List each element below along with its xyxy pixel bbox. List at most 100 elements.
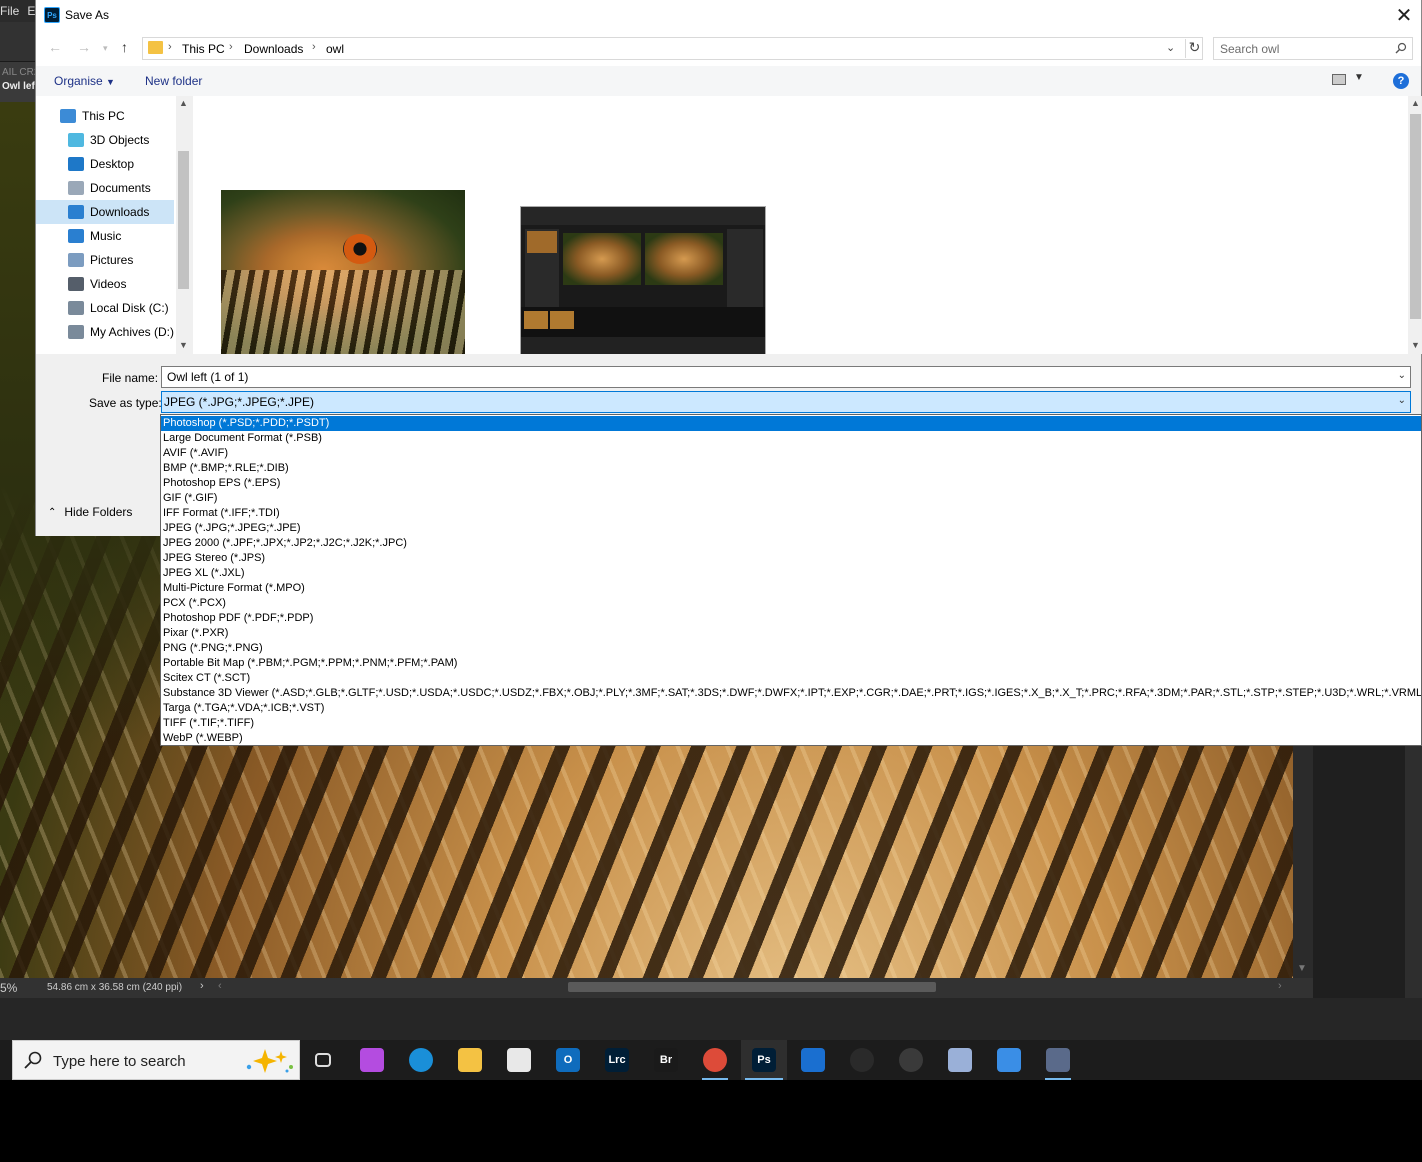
- desktop-icon: [68, 157, 84, 171]
- scroll-thumb[interactable]: [1410, 114, 1421, 319]
- taskbar-search-box[interactable]: Type here to search: [12, 1040, 300, 1080]
- chevron-down-icon[interactable]: ⌄: [1398, 395, 1406, 406]
- chevron-down-icon[interactable]: ⌄: [1398, 370, 1406, 381]
- save-as-type-select[interactable]: JPEG (*.JPG;*.JPEG;*.JPE) ⌄: [161, 391, 1411, 413]
- address-bar[interactable]: › This PC › Downloads › owl ⌄ ↻: [142, 37, 1203, 60]
- breadcrumb-separator-icon[interactable]: ›: [229, 41, 233, 53]
- chevron-right-icon[interactable]: ›: [200, 980, 204, 992]
- scroll-up-icon[interactable]: ▲: [179, 98, 188, 108]
- photoshop-icon: Ps: [44, 7, 60, 23]
- taskbar-app[interactable]: Ps: [741, 1040, 787, 1080]
- lr-film-thumb: [550, 311, 574, 329]
- ps-zoom-level[interactable]: 5%: [0, 981, 17, 995]
- scroll-left-icon[interactable]: ‹: [218, 980, 222, 992]
- new-folder-button[interactable]: New folder: [145, 74, 202, 88]
- taskbar-app[interactable]: [790, 1040, 836, 1080]
- file-type-option[interactable]: GIF (*.GIF): [161, 491, 1421, 506]
- nav-item[interactable]: My Achives (D:): [36, 320, 174, 344]
- file-type-option[interactable]: Photoshop PDF (*.PDF;*.PDP): [161, 611, 1421, 626]
- file-type-option[interactable]: Scitex CT (*.SCT): [161, 671, 1421, 686]
- taskbar-app[interactable]: [986, 1040, 1032, 1080]
- refresh-icon[interactable]: ↻: [1185, 39, 1203, 58]
- taskbar-app[interactable]: [496, 1040, 542, 1080]
- taskbar-app[interactable]: [692, 1040, 738, 1080]
- file-type-option[interactable]: Photoshop (*.PSD;*.PDD;*.PSDT): [161, 416, 1421, 431]
- file-type-option[interactable]: PNG (*.PNG;*.PNG): [161, 641, 1421, 656]
- file-type-option[interactable]: JPEG XL (*.JXL): [161, 566, 1421, 581]
- scroll-down-icon[interactable]: ▼: [1297, 963, 1307, 974]
- ps-horizontal-scroll-thumb[interactable]: [568, 982, 936, 992]
- nav-item[interactable]: Pictures: [36, 248, 174, 272]
- file-type-option[interactable]: JPEG (*.JPG;*.JPEG;*.JPE): [161, 521, 1421, 536]
- recent-dropdown-icon[interactable]: ▾: [103, 43, 108, 54]
- taskbar-app[interactable]: [888, 1040, 934, 1080]
- help-icon[interactable]: ?: [1393, 73, 1409, 89]
- taskbar-app[interactable]: Br: [643, 1040, 689, 1080]
- organise-button[interactable]: Organise ▼: [54, 74, 115, 88]
- file-type-option[interactable]: AVIF (*.AVIF): [161, 446, 1421, 461]
- taskbar-app[interactable]: [1035, 1040, 1081, 1080]
- file-thumbnail-owl-photo[interactable]: [221, 190, 465, 354]
- nav-item-label: Downloads: [90, 205, 150, 219]
- file-type-option[interactable]: JPEG 2000 (*.JPF;*.JPX;*.JP2;*.J2C;*.J2K…: [161, 536, 1421, 551]
- view-dropdown-icon[interactable]: ▼: [1354, 72, 1364, 83]
- file-type-option[interactable]: Targa (*.TGA;*.VDA;*.ICB;*.VST): [161, 701, 1421, 716]
- file-type-option[interactable]: JPEG Stereo (*.JPS): [161, 551, 1421, 566]
- taskbar-app[interactable]: [398, 1040, 444, 1080]
- taskbar-app[interactable]: [447, 1040, 493, 1080]
- hide-folders-button[interactable]: ⌃ Hide Folders: [48, 505, 132, 519]
- forward-arrow-icon[interactable]: →: [77, 39, 91, 55]
- file-type-option[interactable]: IFF Format (*.IFF;*.TDI): [161, 506, 1421, 521]
- breadcrumb-separator-icon[interactable]: ›: [168, 41, 172, 53]
- nav-item[interactable]: Music: [36, 224, 174, 248]
- breadcrumb-separator-icon[interactable]: ›: [312, 41, 316, 53]
- file-type-option[interactable]: WebP (*.WEBP): [161, 731, 1421, 745]
- taskbar-app[interactable]: [349, 1040, 395, 1080]
- close-icon[interactable]: ✕: [1389, 0, 1419, 31]
- file-type-option[interactable]: BMP (*.BMP;*.RLE;*.DIB): [161, 461, 1421, 476]
- file-type-option[interactable]: PCX (*.PCX): [161, 596, 1421, 611]
- taskbar-app[interactable]: Lrc: [594, 1040, 640, 1080]
- nav-item[interactable]: Local Disk (C:): [36, 296, 174, 320]
- navigation-pane: This PC 3D Objects Desktop Documents Downloa…: [36, 96, 176, 354]
- scroll-up-icon[interactable]: ▲: [1411, 98, 1420, 108]
- taskbar-app[interactable]: [937, 1040, 983, 1080]
- nav-item-label: Documents: [90, 181, 151, 195]
- navigation-pane-scrollbar[interactable]: ▲ ▼: [176, 96, 191, 354]
- search-input[interactable]: Search owl: [1213, 37, 1413, 60]
- file-type-option[interactable]: Photoshop EPS (*.EPS): [161, 476, 1421, 491]
- scroll-thumb[interactable]: [178, 151, 189, 289]
- taskbar-app[interactable]: [300, 1040, 346, 1080]
- taskbar-app[interactable]: [839, 1040, 885, 1080]
- nav-item[interactable]: Desktop: [36, 152, 174, 176]
- taskbar-app[interactable]: O: [545, 1040, 591, 1080]
- chevron-down-icon[interactable]: ⌄: [1166, 41, 1175, 54]
- ps-document-tab[interactable]: AIL CR2 Owl lef: [0, 62, 40, 102]
- file-thumbnail-lightroom-screenshot[interactable]: [520, 206, 766, 354]
- scroll-right-icon[interactable]: ›: [1278, 980, 1282, 992]
- nav-item[interactable]: Downloads: [36, 200, 174, 224]
- breadcrumb-this-pc[interactable]: This PC: [182, 42, 225, 56]
- scroll-down-icon[interactable]: ▼: [1411, 340, 1420, 350]
- file-name-field[interactable]: Owl left (1 of 1) ⌄: [161, 366, 1411, 388]
- view-options-icon[interactable]: [1332, 74, 1346, 85]
- file-type-option[interactable]: Large Document Format (*.PSB): [161, 431, 1421, 446]
- back-arrow-icon[interactable]: ←: [48, 39, 62, 55]
- breadcrumb-owl[interactable]: owl: [326, 42, 344, 56]
- file-type-option[interactable]: TIFF (*.TIF;*.TIFF): [161, 716, 1421, 731]
- ps-options-bar: [0, 22, 40, 62]
- nav-item[interactable]: Videos: [36, 272, 174, 296]
- file-type-option[interactable]: Pixar (*.PXR): [161, 626, 1421, 641]
- nav-item[interactable]: Documents: [36, 176, 174, 200]
- file-list-scrollbar[interactable]: ▲ ▼: [1408, 96, 1422, 354]
- breadcrumb-downloads[interactable]: Downloads: [244, 42, 303, 56]
- file-type-option[interactable]: Substance 3D Viewer (*.ASD;*.GLB;*.GLTF;…: [161, 686, 1421, 701]
- up-arrow-icon[interactable]: ↑: [121, 39, 128, 55]
- navigation-bar: ← → ▾ ↑ › This PC › Downloads › owl ⌄ ↻ …: [36, 31, 1421, 66]
- nav-item[interactable]: This PC: [36, 104, 174, 128]
- ps-menu-file[interactable]: File: [0, 4, 19, 18]
- file-type-option[interactable]: Multi-Picture Format (*.MPO): [161, 581, 1421, 596]
- scroll-down-icon[interactable]: ▼: [179, 340, 188, 350]
- file-type-option[interactable]: Portable Bit Map (*.PBM;*.PGM;*.PPM;*.PN…: [161, 656, 1421, 671]
- nav-item[interactable]: 3D Objects: [36, 128, 174, 152]
